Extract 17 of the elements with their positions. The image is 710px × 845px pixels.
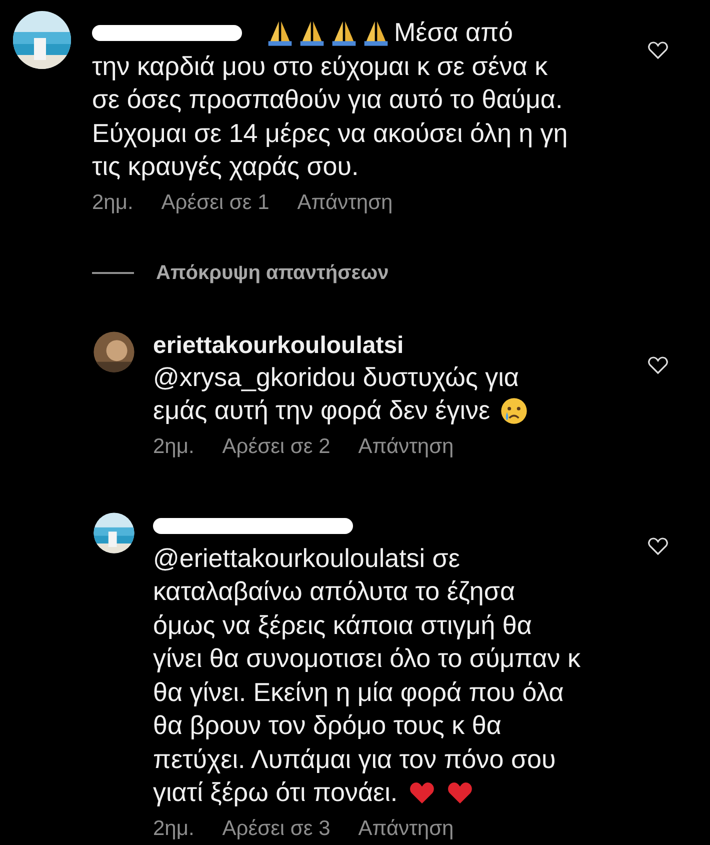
comment-time: 2ημ. [153, 816, 194, 842]
comment-text: @xrysa_gkoridou δυστυχώς για [153, 360, 519, 394]
crying-face-icon [500, 396, 528, 425]
comment-text: γιατί ξέρω ότι πονάει. [153, 776, 398, 809]
likes-link[interactable]: Αρέσει σε 3 [222, 814, 330, 844]
reply-link[interactable]: Απάντηση [297, 188, 393, 218]
likes-link[interactable]: Αρέσει σε 1 [161, 188, 270, 218]
comment-text: εμάς αυτή την φορά δεν έγινε [153, 394, 490, 427]
hide-replies-link[interactable]: Απόκρυψη απαντήσεων [156, 262, 389, 284]
likes-link[interactable]: Αρέσει σε 2 [222, 432, 330, 462]
username[interactable]: eriettakourkouloulatsi [153, 330, 646, 360]
comment-time: 2ημ. [153, 434, 194, 460]
comment-text: Μέσα από [394, 16, 513, 49]
comment-time: 2ημ. [92, 190, 134, 216]
reply-link[interactable]: Απάντηση [358, 814, 454, 844]
reply-link[interactable]: Απάντηση [358, 432, 454, 462]
comment-text: την καρδιά μου στο εύχομαι κ σε σένα κ σε όσες προσπαθούν για αυτό το θαύμα. Εύχομαι σε 14 μέρες να ακούσει όλη η γη τις κραυγές χαράς σου. [92, 50, 569, 183]
